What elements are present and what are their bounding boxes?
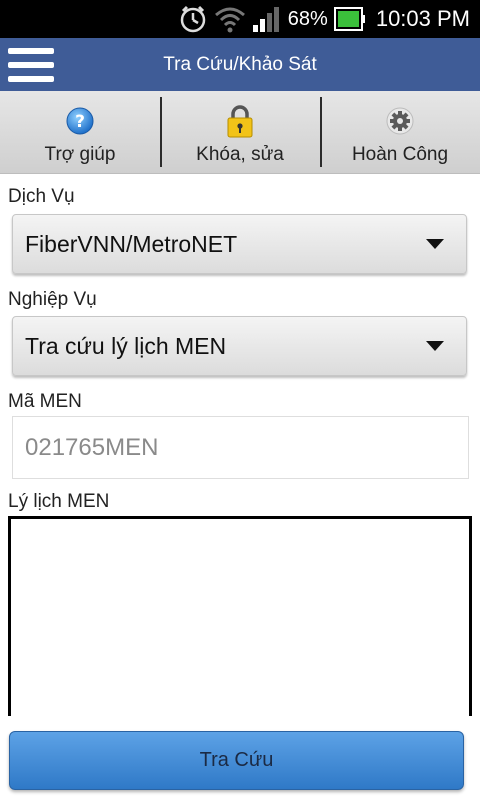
help-button[interactable]: ? Trợ giúp bbox=[0, 91, 160, 173]
men-code-input[interactable] bbox=[12, 416, 469, 479]
page-title: Tra Cứu/Khảo Sát bbox=[163, 53, 317, 75]
status-bar: 68% 10:03 PM bbox=[0, 0, 480, 38]
help-icon: ? bbox=[66, 104, 94, 138]
battery-percent: 68% bbox=[287, 7, 328, 30]
chevron-down-icon bbox=[426, 341, 444, 351]
men-history-textarea[interactable] bbox=[8, 516, 472, 716]
lock-edit-button[interactable]: Khóa, sửa bbox=[160, 91, 320, 173]
men-code-label: Mã MEN bbox=[8, 391, 82, 412]
wifi-icon bbox=[214, 5, 246, 33]
complete-button[interactable]: Hoàn Công bbox=[320, 91, 480, 173]
hamburger-menu-icon[interactable] bbox=[8, 48, 54, 82]
service-label: Dịch Vụ bbox=[8, 186, 75, 207]
history-label: Lý lịch MEN bbox=[8, 491, 110, 512]
gear-icon bbox=[386, 104, 414, 138]
chevron-down-icon bbox=[426, 239, 444, 249]
lock-edit-label: Khóa, sửa bbox=[196, 144, 284, 165]
lock-icon bbox=[226, 104, 254, 138]
signal-icon bbox=[252, 5, 282, 33]
operation-select-value: Tra cứu lý lịch MEN bbox=[25, 332, 227, 359]
operation-select[interactable]: Tra cứu lý lịch MEN bbox=[12, 316, 467, 376]
battery-icon bbox=[333, 6, 366, 32]
clock-time: 10:03 PM bbox=[375, 6, 470, 31]
help-label: Trợ giúp bbox=[44, 144, 116, 165]
toolbar: ? Trợ giúp Khóa, sửa Hoàn Công bbox=[0, 91, 480, 174]
service-select[interactable]: FiberVNN/MetroNET bbox=[12, 214, 467, 274]
app-header: Tra Cứu/Khảo Sát bbox=[0, 38, 480, 91]
lookup-button-label: Tra Cứu bbox=[199, 749, 274, 771]
lookup-button[interactable]: Tra Cứu bbox=[9, 731, 464, 790]
alarm-icon bbox=[178, 4, 208, 34]
operation-label: Nghiệp Vụ bbox=[8, 289, 97, 310]
svg-text:?: ? bbox=[75, 112, 85, 132]
service-select-value: FiberVNN/MetroNET bbox=[25, 230, 238, 257]
complete-label: Hoàn Công bbox=[351, 144, 449, 165]
